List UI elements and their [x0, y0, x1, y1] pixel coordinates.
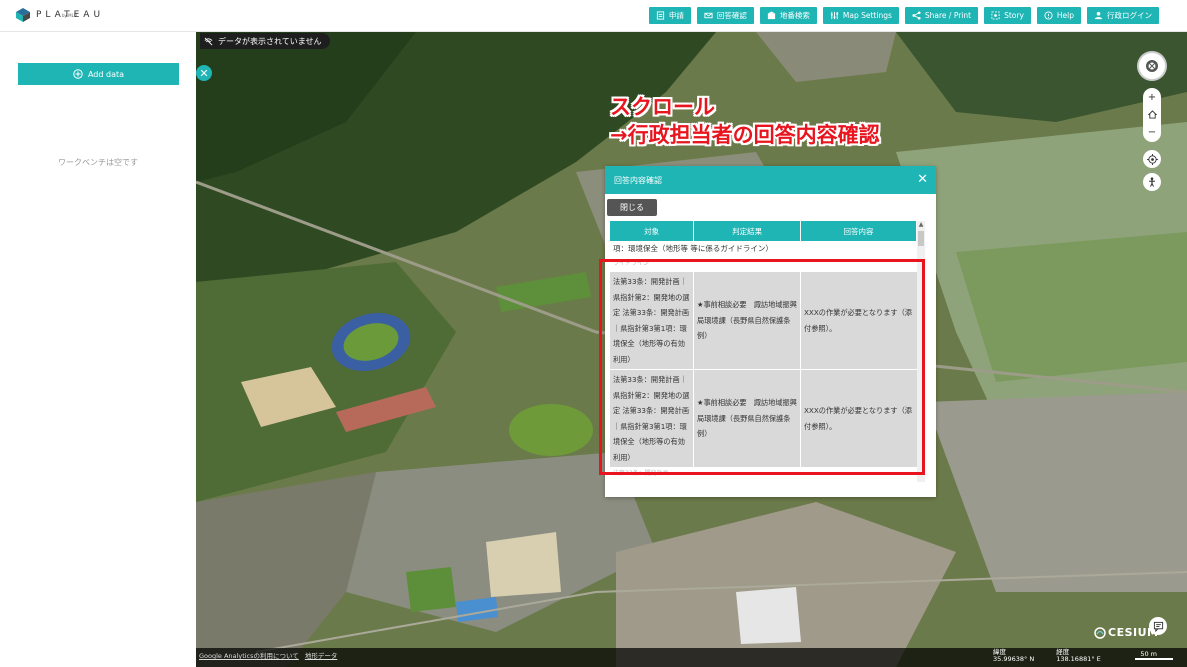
- feedback-button[interactable]: [1149, 617, 1167, 635]
- home-icon[interactable]: [1147, 110, 1157, 120]
- help-button[interactable]: Help: [1036, 7, 1081, 24]
- mail-icon: [704, 12, 713, 19]
- share-print-label: Share / Print: [924, 11, 972, 20]
- dialog-header: 回答内容確認 ✕: [605, 166, 936, 194]
- logo-mark-icon: [16, 8, 30, 22]
- table-row-partial: 項：環境保全（地形等 等に係るガイドライン）: [613, 244, 773, 253]
- lot-search-label: 地番検索: [779, 11, 810, 20]
- highlight-box: [599, 259, 925, 475]
- map-settings-button[interactable]: Map Settings: [822, 7, 899, 24]
- coordinate-readout: 緯度 35.99638° N 経度 138.16881° E: [993, 649, 1101, 663]
- compass-icon: [1146, 60, 1158, 72]
- analytics-link[interactable]: Google Analyticsの利用について: [199, 650, 299, 660]
- column-header-answer: 回答内容: [801, 221, 917, 241]
- share-print-button[interactable]: Share / Print: [904, 7, 979, 24]
- apply-label: 申請: [668, 11, 684, 20]
- scale-bar: [1135, 658, 1173, 660]
- add-data-button[interactable]: Add data: [18, 63, 179, 85]
- pedestrian-mode-control[interactable]: [1143, 173, 1161, 191]
- no-data-text: データが表示されていません: [218, 36, 322, 46]
- cesium-icon: [1094, 626, 1106, 639]
- plateau-logo[interactable]: PLATEAU: [16, 8, 104, 22]
- answer-check-button[interactable]: 回答確認: [696, 7, 754, 24]
- sliders-icon: [830, 11, 838, 20]
- lot-search-button[interactable]: 地番検索: [759, 7, 817, 24]
- story-icon: [991, 11, 1000, 20]
- plus-circle-icon: [73, 69, 83, 79]
- feedback-icon: [1153, 621, 1163, 632]
- share-icon: [912, 11, 921, 20]
- apply-button[interactable]: 申請: [648, 7, 691, 24]
- column-header-result: 判定結果: [694, 221, 802, 241]
- dialog-close-button[interactable]: 閉じる: [607, 199, 657, 216]
- app-header: PLATEAU by MLIT 申請 回答確認 地番検索 Map Setting…: [0, 0, 1187, 32]
- admin-login-button[interactable]: 行政ログイン: [1087, 7, 1159, 24]
- scroll-up-icon[interactable]: ▲: [917, 221, 925, 229]
- close-icon: ✕: [199, 66, 209, 80]
- zoom-in-icon[interactable]: +: [1148, 92, 1156, 103]
- column-header-target: 対象: [610, 221, 695, 241]
- no-data-badge[interactable]: データが表示されていません: [200, 33, 330, 49]
- longitude-readout: 経度 138.16881° E: [1056, 649, 1101, 663]
- building-icon: [767, 11, 776, 20]
- annotation-callout: スクロール →行政担当者の回答内容確認: [610, 93, 880, 149]
- person-icon: [1149, 177, 1155, 187]
- help-label: Help: [1056, 11, 1074, 20]
- map-status-bar: Google Analyticsの利用について 地形データ 緯度 35.9963…: [196, 648, 1187, 667]
- add-data-label: Add data: [87, 69, 125, 79]
- terrain-data-link[interactable]: 地形データ: [305, 650, 338, 660]
- annotation-line-1: スクロール: [610, 95, 715, 119]
- document-icon: [656, 11, 664, 20]
- dialog-close-icon[interactable]: ✕: [917, 172, 928, 187]
- logo-subtext: by MLIT: [62, 13, 78, 18]
- annotation-line-2: →行政担当者の回答内容確認: [610, 123, 880, 147]
- locate-icon: [1146, 153, 1158, 165]
- zoom-out-icon[interactable]: −: [1148, 127, 1156, 138]
- help-icon: [1044, 11, 1053, 20]
- latitude-value: 35.99638° N: [993, 655, 1035, 663]
- workbench-sidebar: [0, 32, 196, 667]
- scale-label: 50 m: [1140, 650, 1157, 658]
- locate-me-control[interactable]: [1143, 150, 1161, 168]
- no-signal-icon: [204, 37, 213, 45]
- story-label: Story: [1004, 11, 1024, 20]
- footer-links: Google Analyticsの利用について 地形データ: [199, 650, 337, 660]
- scrollbar-thumb[interactable]: [918, 231, 924, 246]
- zoom-controls: + −: [1143, 88, 1161, 142]
- compass-control[interactable]: [1139, 53, 1165, 79]
- map-settings-label: Map Settings: [842, 11, 892, 20]
- latitude-readout: 緯度 35.99638° N: [993, 649, 1034, 663]
- answer-check-label: 回答確認: [716, 11, 747, 20]
- longitude-value: 138.16881° E: [1056, 655, 1101, 663]
- dialog-title: 回答内容確認: [614, 175, 662, 185]
- user-icon: [1094, 11, 1103, 20]
- collapse-sidebar-button[interactable]: ✕: [196, 65, 212, 81]
- table-header: 対象 判定結果 回答内容: [610, 221, 917, 241]
- story-button[interactable]: Story: [984, 7, 1031, 24]
- header-nav: 申請 回答確認 地番検索 Map Settings Share / Print …: [648, 7, 1159, 24]
- admin-login-label: 行政ログイン: [1107, 11, 1152, 20]
- workbench-empty-text: ワークベンチは空です: [58, 158, 138, 167]
